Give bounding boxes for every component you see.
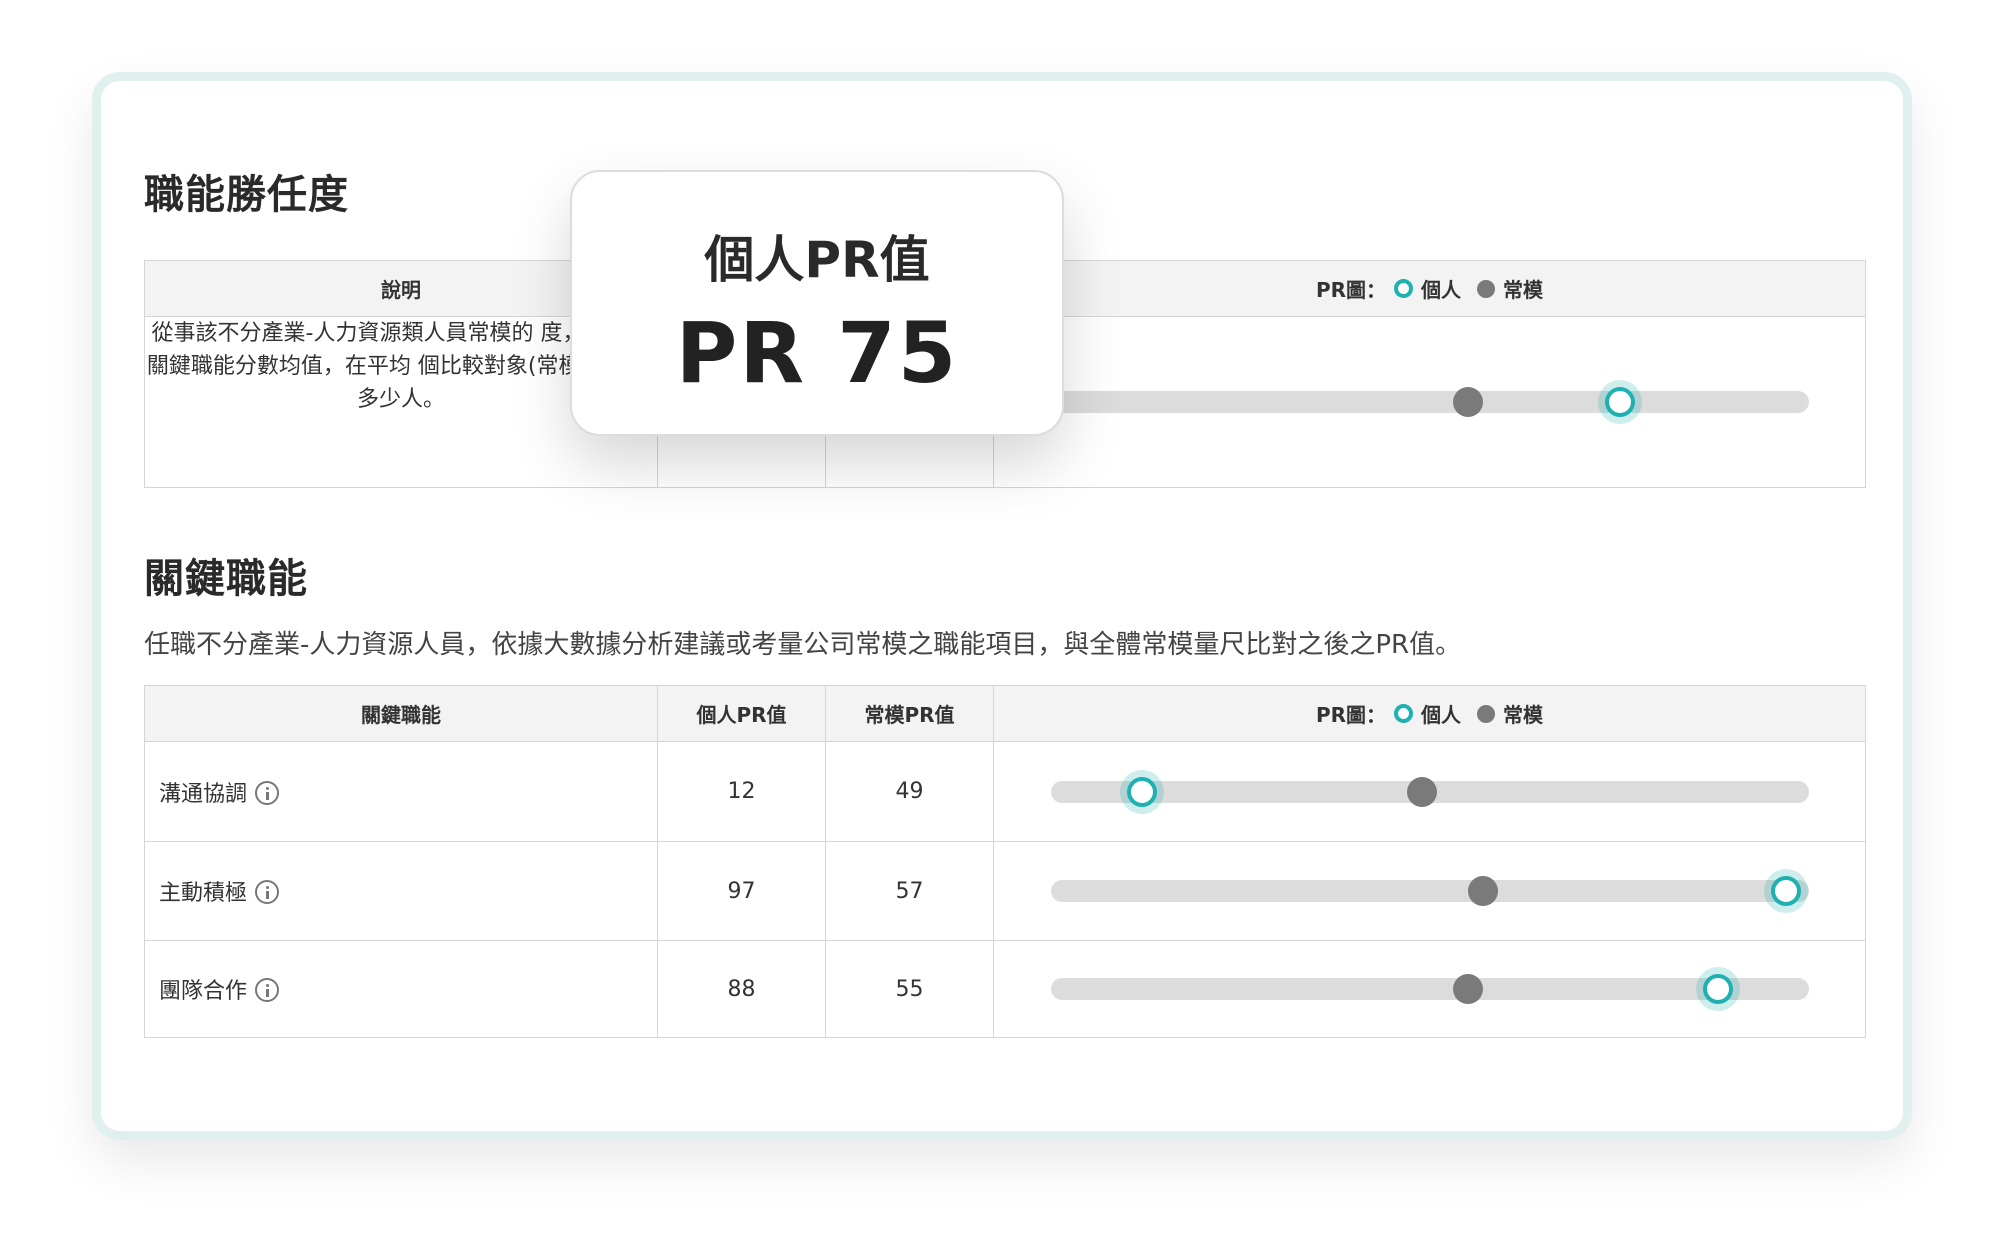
- competency-name: 溝通協調: [159, 781, 248, 807]
- norm-legend-label: 常模: [1503, 278, 1544, 302]
- pr-chart-cell: [993, 741, 1866, 842]
- key-competency-title: 關鍵職能: [144, 556, 308, 602]
- name-header: 關鍵職能: [144, 685, 658, 742]
- norm-pr-value: 55: [825, 940, 994, 1038]
- table-row: 溝通協調 12 49: [144, 741, 1866, 842]
- norm-legend-icon: [1477, 704, 1496, 723]
- popup-value: PR 75: [675, 304, 959, 402]
- individual-legend-label: 個人: [1421, 703, 1462, 727]
- individual-pr-value: 97: [657, 841, 826, 941]
- norm-pr-value: 57: [825, 841, 994, 941]
- norm-header: 常模PR值: [825, 685, 994, 742]
- norm-legend-icon: [1477, 279, 1496, 298]
- competency-name: 主動積極: [159, 881, 248, 906]
- individual-header: 個人PR值: [657, 685, 826, 742]
- pr-track: [1051, 387, 1809, 417]
- competency-name-cell: 主動積極: [144, 841, 658, 941]
- norm-marker: [1452, 387, 1483, 417]
- pr-chart-label: PR圖：: [1315, 278, 1387, 302]
- individual-legend-icon: [1394, 704, 1414, 723]
- pr-track: [1051, 876, 1809, 906]
- table-row: 主動積極 97 57: [144, 841, 1866, 941]
- individual-pr-value: 12: [657, 741, 826, 842]
- pr-chart-cell: [993, 841, 1866, 941]
- competency-name-cell: 團隊合作: [144, 940, 658, 1038]
- norm-marker: [1468, 876, 1499, 906]
- info-icon[interactable]: [255, 978, 280, 1002]
- pr-track: [1051, 776, 1809, 807]
- norm-pr-value: 49: [825, 741, 994, 842]
- individual-marker: [1126, 776, 1157, 807]
- key-competency-description: 任職不分產業-人力資源人員，依據大數據分析建議或考量公司常模之職能項目，與全體常…: [144, 630, 1462, 660]
- competency-name-cell: 溝通協調: [144, 741, 658, 842]
- individual-pr-popup: 個人PR值 PR 75: [570, 170, 1064, 436]
- individual-pr-value: 88: [657, 940, 826, 1038]
- pr-track: [1051, 974, 1809, 1004]
- individual-marker: [1771, 876, 1802, 906]
- pr-chart-header: PR圖： 個人 常模: [993, 685, 1866, 742]
- individual-legend-label: 個人: [1421, 278, 1462, 302]
- competency-title: 職能勝任度: [144, 172, 349, 218]
- info-icon[interactable]: [255, 880, 280, 904]
- pr-chart-header: PR圖： 個人 常模: [993, 260, 1866, 317]
- individual-marker: [1604, 387, 1635, 417]
- info-icon[interactable]: [255, 780, 280, 805]
- norm-marker: [1452, 974, 1483, 1004]
- popup-title: 個人PR值: [704, 231, 930, 289]
- table-row: 團隊合作 88 55: [144, 940, 1866, 1038]
- norm-marker: [1407, 776, 1438, 807]
- pr-chart-cell: [993, 940, 1866, 1038]
- competency-pr-chart: [993, 316, 1866, 488]
- competency-name: 團隊合作: [159, 979, 248, 1004]
- pr-chart-label: PR圖：: [1315, 703, 1387, 727]
- key-competency-table: 關鍵職能 個人PR值 常模PR值 PR圖： 個人 常模 溝通協調 12 49 主…: [144, 685, 1866, 1038]
- norm-legend-label: 常模: [1503, 703, 1544, 727]
- individual-marker: [1703, 974, 1734, 1004]
- individual-legend-icon: [1394, 279, 1414, 298]
